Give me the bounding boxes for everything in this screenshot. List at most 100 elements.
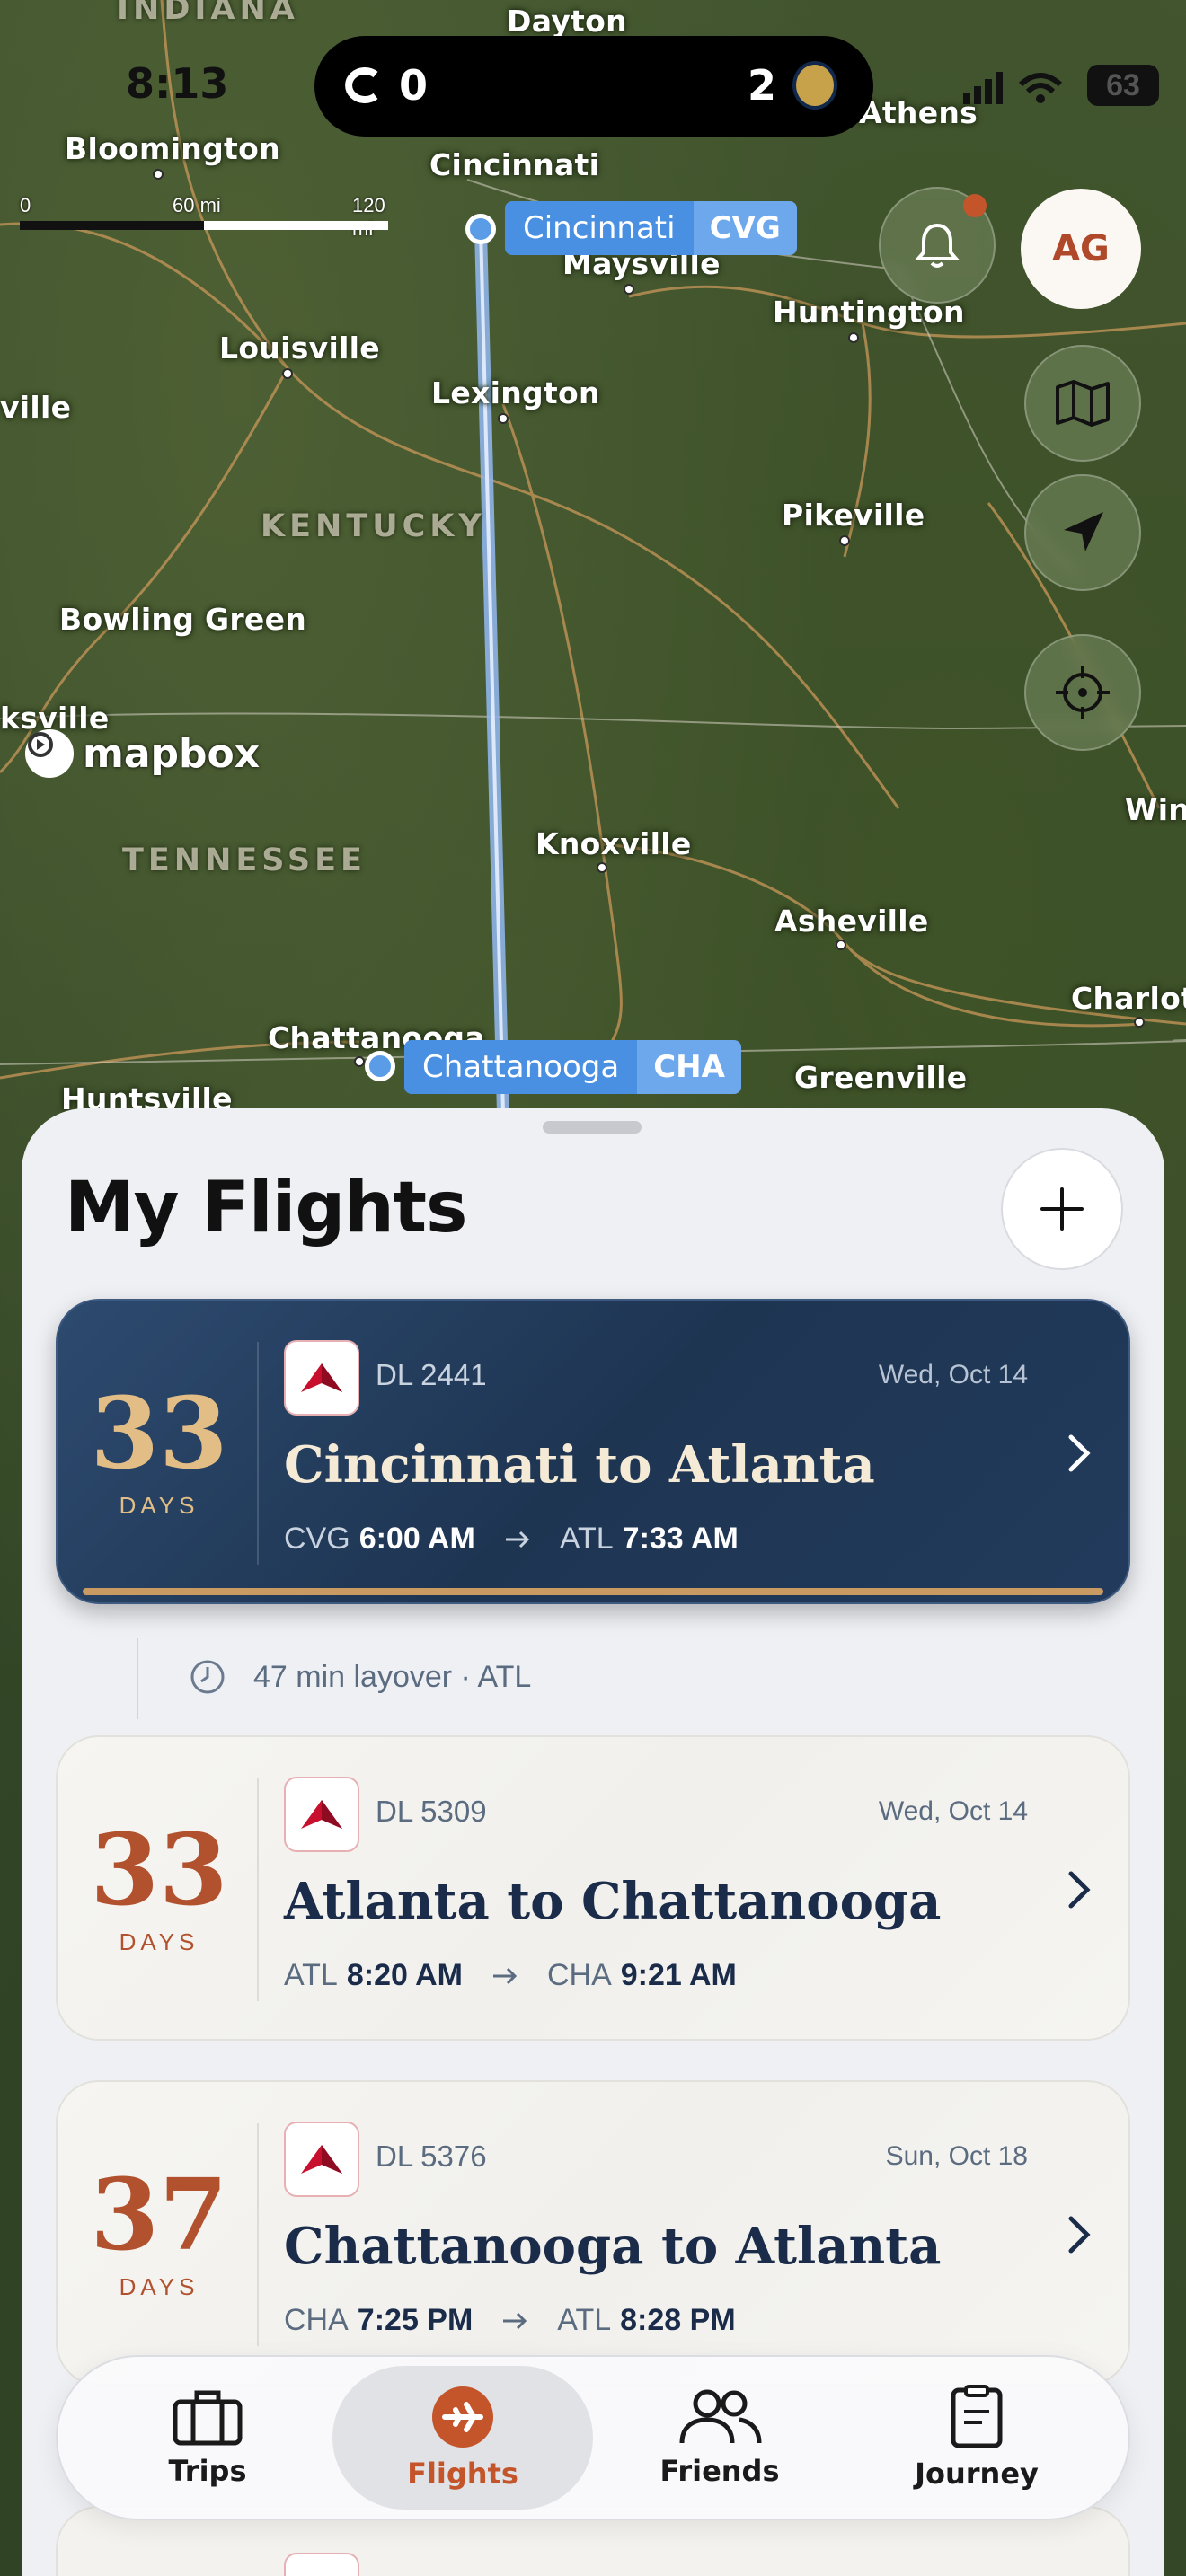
flight-times: CHA 7:25 PM ATL 8:28 PM: [284, 2303, 736, 2338]
flight-route: Cincinnati to Atlanta: [284, 1435, 875, 1495]
recenter-button[interactable]: [1024, 634, 1141, 751]
countdown-number: 33: [90, 1811, 228, 1928]
arrival-code: CHA: [546, 1958, 612, 1992]
destination-code: CHA: [637, 1040, 741, 1094]
tab-flights[interactable]: Flights: [332, 2366, 593, 2510]
page-title: My Flights: [65, 1168, 467, 1248]
city-dot: [153, 169, 164, 180]
tab-journey[interactable]: Journey: [846, 2366, 1107, 2510]
city-label: Dayton: [507, 4, 627, 39]
city-dot: [836, 940, 846, 950]
airplane-icon: [432, 2386, 493, 2448]
location-arrow-icon: [1064, 512, 1103, 551]
flight-route: Atlanta to Chattanooga: [284, 1872, 942, 1931]
city-label: Bloomington: [65, 131, 280, 166]
origin-name: Cincinnati: [505, 201, 694, 255]
score-left: 0: [399, 61, 429, 110]
countdown: 37 DAYS: [58, 2082, 261, 2384]
city-dot: [848, 332, 859, 343]
arrival-code: ATL: [557, 2303, 612, 2337]
city-label: Lexington: [431, 375, 600, 410]
flight-times: ATL 8:20 AM CHA 9:21 AM: [284, 1958, 737, 1993]
flight-number: DL 2441: [376, 1358, 487, 1391]
departure-code: CHA: [284, 2303, 349, 2337]
live-score-right: 2: [748, 61, 837, 110]
scale-zero: 0: [20, 194, 31, 216]
countdown-number: 33: [90, 1374, 228, 1491]
city-dot: [282, 368, 293, 379]
arrival-code: ATL: [559, 1522, 614, 1556]
score-right: 2: [747, 61, 776, 110]
tab-label: Trips: [168, 2454, 247, 2488]
arrow-right-icon: [492, 1967, 518, 1984]
airline-logo-icon: [284, 1777, 359, 1852]
region-label: TENNESSEE: [122, 842, 367, 878]
navigate-button[interactable]: [1024, 474, 1141, 591]
sheet-grabber[interactable]: [543, 1121, 642, 1134]
destination-name: Chattanooga: [404, 1040, 638, 1094]
arrival-time: 7:33 AM: [622, 1522, 739, 1556]
flight-number: DL 5309: [376, 1795, 487, 1828]
map-style-button[interactable]: [1024, 345, 1141, 462]
countdown: 33 DAYS: [58, 1737, 261, 2039]
mapbox-label: mapbox: [83, 730, 261, 777]
city-label: Win: [1125, 792, 1186, 827]
city-dot: [1134, 1017, 1145, 1028]
countdown-unit: DAYS: [119, 2272, 199, 2300]
divider: [257, 1778, 259, 2001]
flight-date: Wed, Oct 14: [878, 1796, 1028, 1826]
arrival-time: 8:28 PM: [620, 2303, 736, 2337]
add-flight-button[interactable]: [1001, 1148, 1123, 1270]
city-label: Athens: [859, 95, 978, 130]
mapbox-attribution[interactable]: mapbox: [25, 729, 260, 778]
bell-icon: [914, 223, 960, 268]
avatar[interactable]: AG: [1021, 189, 1141, 309]
departure-time: 8:20 AM: [346, 1958, 463, 1992]
airline-logo-icon: [284, 2553, 359, 2576]
city-label: ville: [0, 390, 72, 425]
destination-pin[interactable]: [365, 1051, 395, 1081]
countdown: 33 DAYS: [58, 1301, 261, 1602]
scale-mid: 60 mi: [173, 194, 221, 216]
departure-code: ATL: [284, 1958, 338, 1992]
flight-card[interactable]: 33 DAYS DL 5309 Wed, Oct 14 Atlanta to C…: [56, 1735, 1130, 2041]
city-dot: [354, 1056, 365, 1067]
countdown-number: 37: [90, 2156, 228, 2272]
city-label: Knoxville: [535, 826, 692, 861]
airline-logo-icon: [284, 1340, 359, 1416]
battery-icon: 63: [1087, 65, 1159, 106]
scale-max: 120 mi: [352, 194, 385, 240]
city-label: Pikeville: [782, 498, 925, 533]
notification-badge: [963, 194, 987, 217]
flight-route: Chattanooga to Atlanta: [284, 2217, 942, 2276]
airline-logo-icon: [284, 2122, 359, 2197]
flight-date: Wed, Oct 14: [878, 1360, 1028, 1389]
city-dot: [498, 413, 509, 424]
city-dot: [839, 535, 850, 546]
signal-wifi-icon: [963, 72, 1063, 104]
live-score-left: 0: [340, 61, 428, 110]
crosshair-icon: [1056, 666, 1110, 719]
chevron-right-icon: [1068, 2216, 1091, 2254]
arrow-right-icon: [505, 1531, 529, 1548]
tab-trips[interactable]: Trips: [77, 2366, 338, 2510]
layover-connector: [137, 1638, 138, 1719]
city-label: Louisville: [219, 331, 380, 366]
destination-tag[interactable]: Chattanooga CHA: [404, 1040, 741, 1094]
card-accent-bar: [83, 1588, 1103, 1595]
departure-code: CVG: [284, 1522, 350, 1556]
chevron-right-icon: [1068, 1871, 1091, 1909]
origin-pin[interactable]: [465, 214, 496, 244]
origin-tag[interactable]: Cincinnati CVG: [505, 201, 797, 255]
city-label: Greenville: [794, 1060, 968, 1095]
flight-card[interactable]: 37 DAYS DL 5376 Sun, Oct 18 Chattanooga …: [56, 2080, 1130, 2386]
tab-label: Journey: [915, 2457, 1039, 2491]
layover-text: 47 min layover · ATL: [253, 1659, 532, 1694]
divider: [257, 2123, 259, 2346]
region-label: KENTUCKY: [261, 508, 486, 544]
map-icon: [1056, 380, 1110, 427]
tab-label: Friends: [659, 2454, 780, 2488]
tab-friends[interactable]: Friends: [589, 2366, 850, 2510]
flight-times: CVG 6:00 AM ATL 7:33 AM: [284, 1522, 739, 1557]
flight-card[interactable]: 33 DAYS DL 2441 Wed, Oct 14 Cincinnati t…: [56, 1299, 1130, 1604]
